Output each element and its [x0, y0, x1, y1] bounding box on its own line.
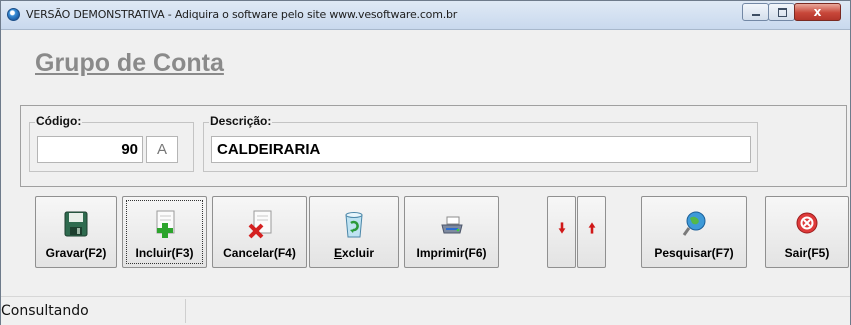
codigo-status-field[interactable]: A [146, 136, 178, 163]
excluir-label-rest: xcluir [342, 246, 375, 260]
codigo-label: Código: [35, 114, 83, 128]
cancelar-button[interactable]: Cancelar(F4) [212, 196, 307, 268]
minimize-button[interactable] [742, 3, 769, 21]
excluir-button[interactable]: Excluir [309, 196, 399, 268]
app-window: VERSÃO DEMONSTRATIVA - Adiquira o softwa… [0, 0, 851, 325]
incluir-label: Incluir(F3) [135, 246, 194, 260]
gravar-label: Gravar(F2) [45, 246, 107, 260]
close-button[interactable]: x [794, 3, 841, 21]
title-bar[interactable]: VERSÃO DEMONSTRATIVA - Adiquira o softwa… [1, 1, 850, 30]
incluir-button[interactable]: Incluir(F3) [122, 196, 207, 268]
move-down-button[interactable] [547, 196, 576, 268]
imprimir-label: Imprimir(F6) [416, 246, 487, 260]
status-bar: Consultando [1, 296, 850, 325]
descricao-group: Descrição: CALDEIRARIA [203, 114, 758, 172]
arrow-down-icon [558, 222, 565, 234]
close-icon: x [813, 5, 822, 19]
pesquisar-button[interactable]: Pesquisar(F7) [641, 196, 747, 268]
page-title: Grupo de Conta [35, 49, 224, 77]
arrow-up-icon [588, 222, 595, 234]
sair-label: Sair(F5) [784, 246, 830, 260]
recycle-bin-icon [345, 212, 363, 238]
maximize-button[interactable] [768, 3, 795, 21]
excluir-label-accelerator: E [333, 246, 342, 260]
descricao-field[interactable]: CALDEIRARIA [211, 136, 751, 163]
move-up-button[interactable] [577, 196, 606, 268]
sair-button[interactable]: Sair(F5) [765, 196, 849, 268]
codigo-group: Código: 90 A [29, 114, 194, 172]
globe-search-icon [682, 211, 706, 236]
gravar-button[interactable]: Gravar(F2) [35, 196, 117, 268]
floppy-disk-icon [64, 211, 88, 237]
exit-icon [796, 212, 818, 234]
status-text: Consultando [1, 303, 89, 319]
cancelar-label: Cancelar(F4) [223, 246, 296, 260]
cancel-document-icon [248, 210, 271, 239]
printer-icon [440, 216, 463, 234]
status-divider [185, 299, 186, 323]
descricao-label: Descrição: [209, 114, 273, 128]
imprimir-button[interactable]: Imprimir(F6) [404, 196, 499, 268]
add-document-icon [156, 210, 174, 238]
form-panel: Código: 90 A Descrição: CALDEIRARIA [20, 105, 847, 187]
pesquisar-label: Pesquisar(F7) [654, 246, 734, 260]
codigo-field[interactable]: 90 [37, 136, 143, 163]
window-title: VERSÃO DEMONSTRATIVA - Adiquira o softwa… [26, 8, 458, 21]
app-icon [7, 8, 20, 21]
excluir-label: Excluir [310, 246, 398, 260]
